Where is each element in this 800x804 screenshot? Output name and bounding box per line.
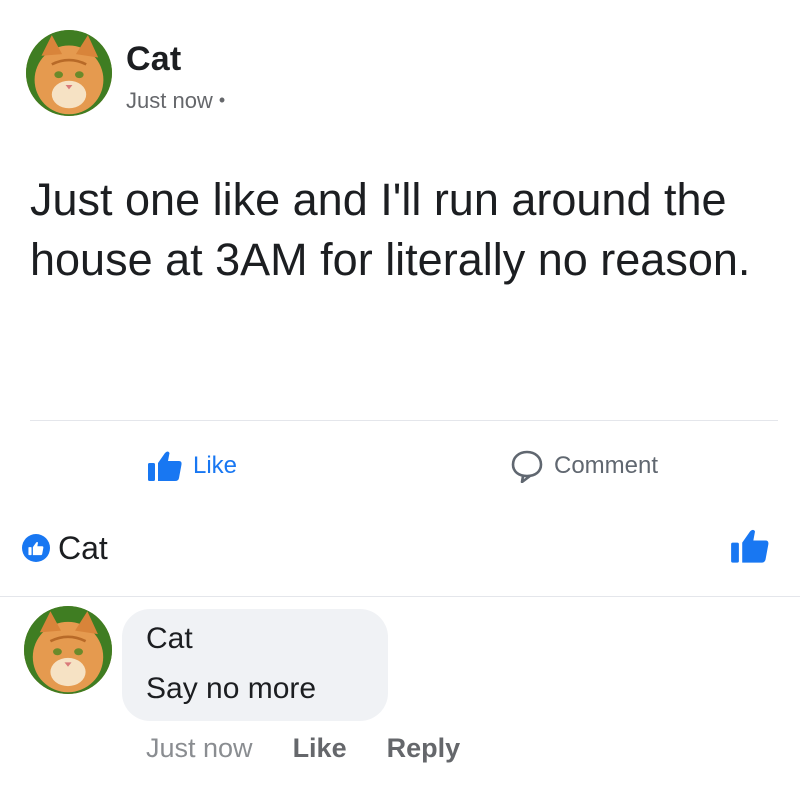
comment-author-avatar[interactable] <box>24 606 112 694</box>
reactions-summary[interactable]: Cat <box>22 528 108 568</box>
cat-avatar-image <box>26 30 112 116</box>
post-author-avatar[interactable] <box>26 30 112 116</box>
comment-button-label[interactable]: Comment <box>554 452 658 480</box>
comment-text: Say no more <box>146 672 317 705</box>
comment-meta: Just now Like Reply <box>146 733 460 764</box>
thumbs-up-badge-icon <box>22 534 50 562</box>
like-button-label[interactable]: Like <box>193 452 237 480</box>
actions-divider-top <box>30 420 778 421</box>
comments-divider <box>0 596 800 597</box>
comment-like-button[interactable]: Like <box>293 733 347 764</box>
reactor-like-indicator <box>730 528 770 568</box>
comment-button[interactable]: Comment <box>510 448 658 484</box>
post-author-name[interactable]: Cat <box>126 40 181 79</box>
comment-reply-button[interactable]: Reply <box>387 733 461 764</box>
like-button[interactable]: Like <box>147 448 237 484</box>
thumbs-up-icon <box>731 529 769 563</box>
post-timestamp-text[interactable]: Just now <box>126 88 213 113</box>
cat-avatar-image <box>24 606 112 694</box>
comment-author-name[interactable]: Cat <box>146 622 193 656</box>
post-timestamp[interactable]: Just now • <box>126 88 225 114</box>
speech-bubble-icon <box>511 450 543 483</box>
reactor-name[interactable]: Cat <box>58 530 108 567</box>
post-body-text: Just one like and I'll run around the ho… <box>30 174 751 285</box>
comment-timestamp[interactable]: Just now <box>146 733 253 764</box>
thumbs-up-icon <box>148 451 182 481</box>
timestamp-separator: • <box>218 90 226 110</box>
